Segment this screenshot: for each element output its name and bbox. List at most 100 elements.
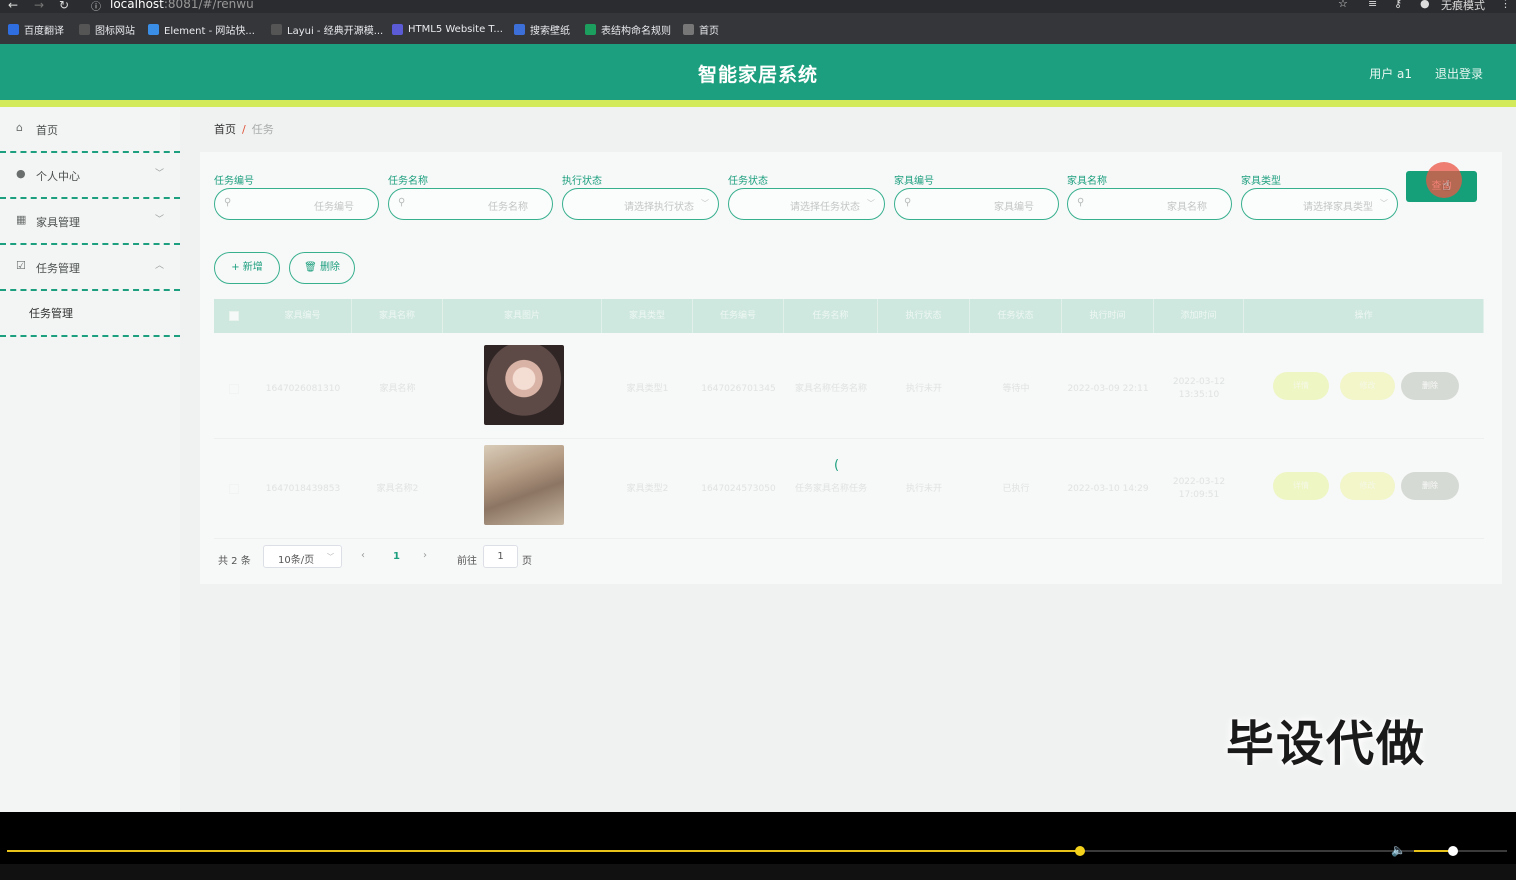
column-header: 任务名称 (784, 299, 878, 333)
bookmark-label: 首页 (699, 25, 719, 37)
row-checkbox[interactable] (229, 384, 239, 394)
add-button[interactable]: + 新增 (214, 252, 280, 284)
furniture-type-label: 家具类型 (1241, 176, 1281, 187)
furniture-no-input[interactable]: ⚲ 家具编号 (894, 188, 1059, 220)
edit-row-button[interactable]: 修改 (1340, 372, 1395, 400)
sidebar: ⌂ 首页 ● 个人中心 ﹀ ▦ 家具管理 ﹀ ☑ 任务管理 ︿ 任务管理 (0, 107, 180, 812)
placeholder-text: 家具名称 (1167, 202, 1207, 213)
detail-row-button[interactable]: 详情 (1273, 472, 1329, 500)
bookmark-item[interactable]: HTML5 Website T... (392, 22, 503, 36)
reading-list-icon[interactable]: ≡ (1368, 0, 1377, 10)
column-header: 家具类型 (602, 299, 693, 333)
checkbox-icon: ☑ (16, 259, 26, 272)
bookmark-label: Element - 网站快... (164, 25, 255, 37)
star-icon[interactable]: ☆ (1338, 0, 1348, 10)
delete-selected-button[interactable]: 🗑 删除 (289, 252, 355, 284)
bookmark-item[interactable]: 百度翻译 (8, 22, 64, 37)
bookmark-icon (8, 23, 19, 35)
bookmark-item[interactable]: 首页 (683, 22, 719, 37)
cell-task-status: 已执行 (1002, 483, 1030, 494)
bookmark-icon (271, 23, 282, 35)
task-status-label: 任务状态 (728, 176, 768, 187)
progress-knob[interactable] (1074, 846, 1085, 856)
prev-page-icon[interactable]: ‹ (361, 550, 365, 561)
kebab-menu-icon[interactable]: ⋮ (1500, 0, 1511, 10)
volume-icon[interactable]: 🔈 (1391, 843, 1406, 857)
forward-icon[interactable]: → (34, 0, 44, 12)
placeholder-text: 任务编号 (314, 202, 354, 213)
detail-row-button[interactable]: 详情 (1273, 372, 1329, 400)
cell-exec-status: 执行未开 (905, 383, 942, 394)
url-field[interactable]: localhost:8081/#/renwu (110, 0, 254, 11)
bookmark-item[interactable]: Layui - 经典开源模... (271, 22, 383, 37)
column-header: 任务状态 (970, 299, 1062, 333)
column-header: 添加时间 (1154, 299, 1244, 333)
bookmark-label: 表结构命名规则 (601, 25, 671, 37)
delete-selected-label: 删除 (319, 262, 340, 273)
page-size-value: 10条/页 (278, 555, 315, 566)
furniture-type-select[interactable]: 请选择家具类型 ﹀ (1241, 188, 1398, 220)
select-all-checkbox[interactable] (229, 311, 239, 321)
chevron-down-icon: ﹀ (867, 199, 875, 208)
edit-row-button[interactable]: 修改 (1340, 472, 1395, 500)
bookmarks-bar: 百度翻译 图标网站 Element - 网站快... Layui - 经典开源模...… (0, 13, 1516, 44)
sidebar-item-tasks[interactable]: ☑ 任务管理 ︿ (0, 245, 180, 291)
page-number[interactable]: 1 (393, 551, 400, 562)
placeholder-text: 家具编号 (994, 202, 1034, 213)
app-title: 智能家居系统 (697, 64, 818, 86)
furniture-image (484, 345, 564, 425)
task-no-input[interactable]: ⚲ 任务编号 (214, 188, 379, 220)
furniture-name-input[interactable]: ⚲ 家具名称 (1067, 188, 1232, 220)
column-header: 家具名称 (352, 299, 443, 333)
loading-spinner-icon: ( (834, 458, 840, 473)
incognito-icon: ● (1420, 0, 1430, 10)
sidebar-item-home[interactable]: ⌂ 首页 (0, 107, 180, 153)
goto-page-input[interactable]: 1 (483, 545, 518, 568)
task-no-label: 任务编号 (214, 176, 254, 187)
header-accent-strip (0, 100, 1516, 107)
bookmark-item[interactable]: 搜索壁纸 (514, 22, 570, 37)
delete-row-button[interactable]: 删除 (1401, 372, 1459, 400)
placeholder-text: 请选择任务状态 (790, 202, 860, 213)
chevron-down-icon: ﹀ (327, 553, 334, 561)
info-icon[interactable]: ⓘ (91, 0, 101, 13)
home-icon: ⌂ (16, 121, 23, 134)
back-icon[interactable]: ← (8, 0, 18, 12)
bookmark-icon (148, 23, 159, 35)
breadcrumb: 首页 / 任务 (214, 121, 274, 137)
bookmark-label: 图标网站 (95, 25, 135, 37)
search-icon: ⚲ (1077, 197, 1085, 208)
reload-icon[interactable]: ↻ (59, 0, 69, 12)
column-header: 家具编号 (254, 299, 352, 333)
breadcrumb-home[interactable]: 首页 (214, 123, 236, 136)
cell-task-name: 任务家具名称任务 (794, 483, 867, 494)
bookmark-item[interactable]: Element - 网站快... (148, 22, 255, 37)
logout-link[interactable]: 退出登录 (1435, 65, 1483, 82)
sidebar-subitem-task-management[interactable]: 任务管理 (0, 291, 180, 337)
exec-status-select[interactable]: 请选择执行状态 ﹀ (562, 188, 719, 220)
cell-exec-time: 2022-03-10 14:29 (1067, 483, 1149, 494)
table-row: 1647026081310 家具名称 家具类型1 1647026701345 家具名称任… (214, 339, 1484, 439)
task-name-input[interactable]: ⚲ 任务名称 (388, 188, 553, 220)
key-icon[interactable]: ⚷ (1394, 0, 1402, 10)
chevron-down-icon: ﹀ (154, 215, 164, 225)
task-status-select[interactable]: 请选择任务状态 ﹀ (728, 188, 885, 220)
chevron-down-icon: ﹀ (154, 169, 164, 179)
progress-fill (7, 850, 1080, 852)
bookmark-item[interactable]: 图标网站 (79, 22, 135, 37)
watermark: 毕设代做 (1226, 716, 1427, 772)
bookmark-item[interactable]: 表结构命名规则 (585, 22, 671, 37)
app-header: 智能家居系统 用户 a1 退出登录 (0, 44, 1516, 100)
cell-exec-time: 2022-03-09 22:11 (1067, 383, 1149, 394)
volume-knob[interactable] (1447, 846, 1458, 856)
delete-row-button[interactable]: 删除 (1401, 472, 1459, 500)
sidebar-item-furniture[interactable]: ▦ 家具管理 ﹀ (0, 199, 180, 245)
row-checkbox[interactable] (229, 484, 239, 494)
page-size-select[interactable]: 10条/页 ﹀ (263, 545, 342, 568)
sidebar-item-label: 家具管理 (36, 216, 80, 229)
column-header: 任务编号 (693, 299, 784, 333)
next-page-icon[interactable]: › (423, 550, 427, 561)
task-panel: 任务编号 ⚲ 任务编号 任务名称 ⚲ 任务名称 执行状态 请选择执行状态 ﹀ 任务状态 请选择任务状… (200, 152, 1502, 584)
sidebar-item-profile[interactable]: ● 个人中心 ﹀ (0, 153, 180, 199)
column-header: 执行状态 (878, 299, 970, 333)
